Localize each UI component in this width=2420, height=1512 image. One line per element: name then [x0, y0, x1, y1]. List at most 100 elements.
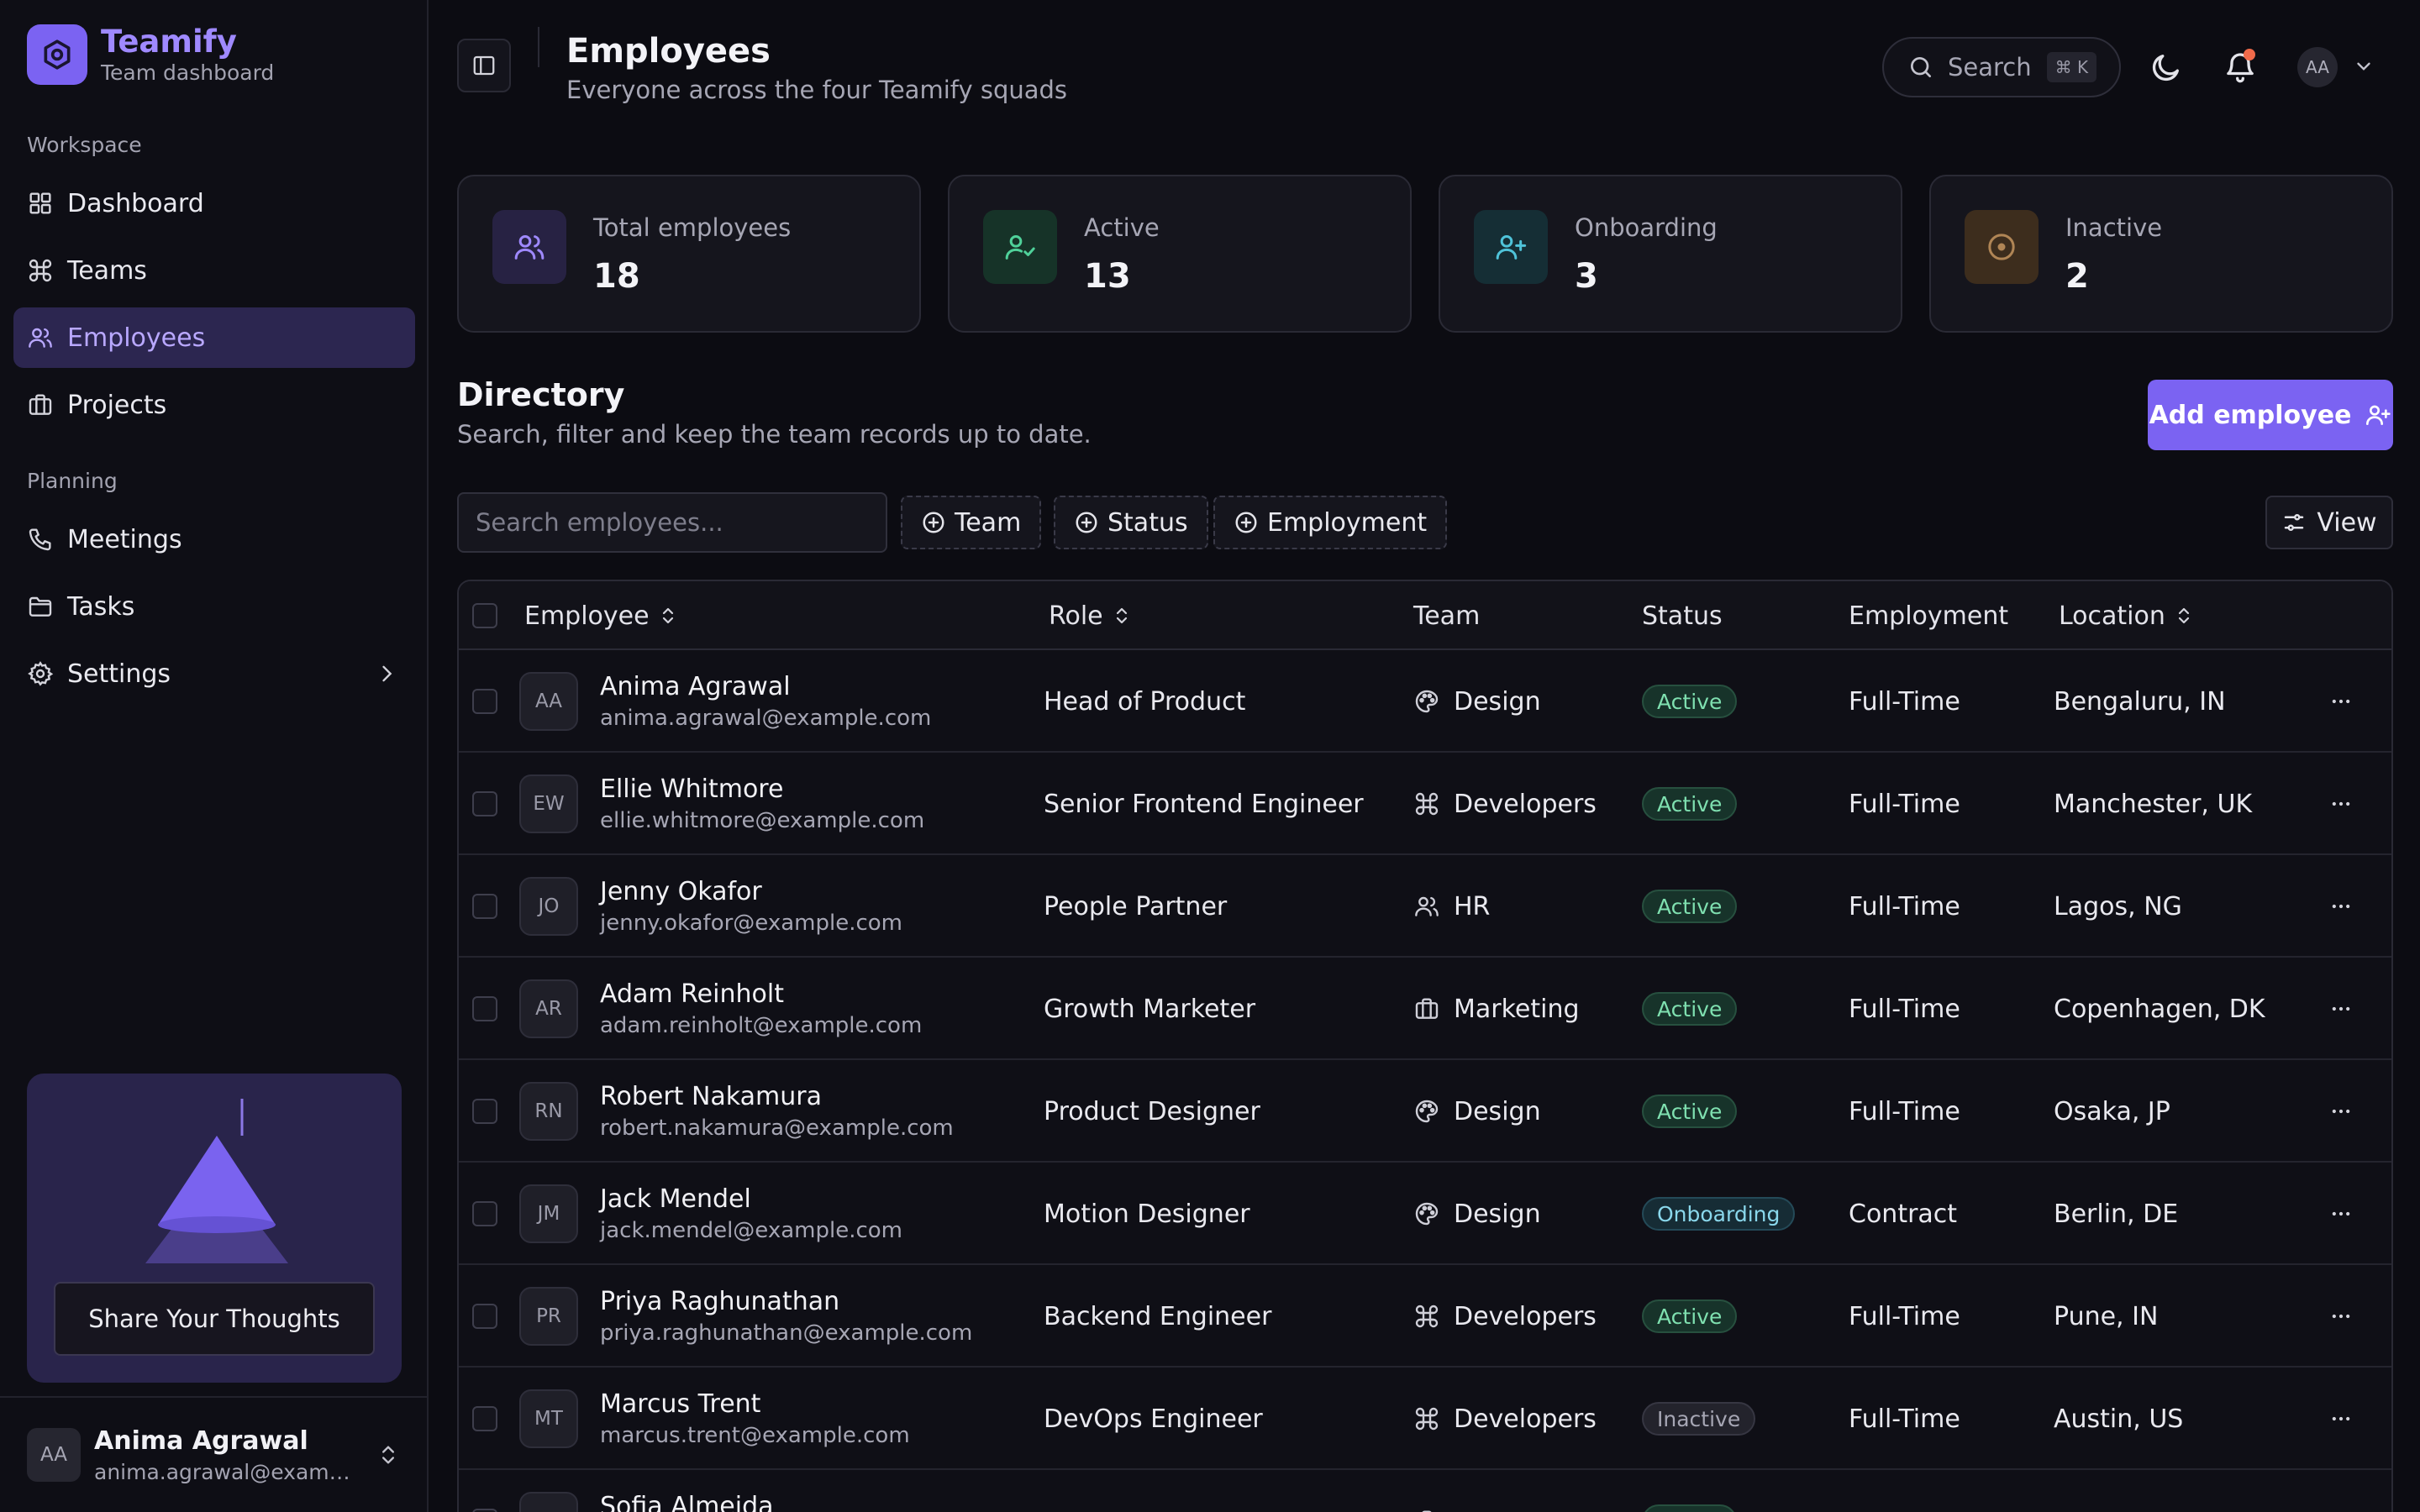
sort-icon [1116, 607, 1127, 624]
row-checkbox[interactable] [472, 1099, 497, 1124]
view-options-button[interactable]: View [2265, 496, 2393, 549]
employee-name[interactable]: Priya Raghunathan [600, 1287, 839, 1316]
more-horizontal-icon[interactable] [2328, 1100, 2354, 1123]
palette-icon [1413, 1098, 1440, 1125]
nav-group-label-workspace: Workspace [27, 133, 142, 157]
chevrons-up-down-icon[interactable] [376, 1441, 400, 1468]
column-header-employee[interactable]: Employee [524, 581, 678, 650]
sidebar-item-dashboard[interactable]: Dashboard [13, 173, 415, 234]
table-row[interactable]: RN Robert Nakamura robert.nakamura@example… [459, 1060, 2391, 1163]
employee-email: adam.reinholt@example.com [600, 1013, 923, 1038]
row-checkbox[interactable] [472, 791, 497, 816]
more-horizontal-icon[interactable] [2328, 1305, 2354, 1328]
sidebar-item-employees[interactable]: Employees [13, 307, 415, 368]
employee-status: Active [1642, 958, 1738, 1060]
employee-status: Active [1642, 1060, 1738, 1163]
more-horizontal-icon[interactable] [2328, 997, 2354, 1021]
row-checkbox[interactable] [472, 894, 497, 919]
stat-value: 13 [1084, 257, 1131, 296]
column-header-employment: Employment [1849, 581, 2008, 650]
circle-dot-icon [1965, 210, 2039, 284]
employee-name[interactable]: Sofia Almeida [600, 1492, 774, 1512]
select-all-checkbox[interactable] [472, 603, 497, 628]
employee-name[interactable]: Jack Mendel [600, 1184, 751, 1214]
row-checkbox[interactable] [472, 1201, 497, 1226]
employee-status: Onboarding [1642, 1163, 1796, 1265]
more-horizontal-icon[interactable] [2328, 1407, 2354, 1431]
table-row[interactable]: SA Sofia Almeida Active [459, 1470, 2391, 1512]
employee-employment: Full-Time [1849, 1301, 1960, 1331]
status-badge: Active [1642, 992, 1738, 1026]
employee-name[interactable]: Jenny Okafor [600, 877, 762, 906]
pyramid-illustration [145, 1099, 288, 1263]
column-label: Employee [524, 601, 650, 631]
table-row[interactable]: JM Jack Mendel jack.mendel@example.com Moti… [459, 1163, 2391, 1265]
stat-value: 3 [1575, 257, 1598, 296]
status-badge: Inactive [1642, 1402, 1756, 1436]
user-account-card[interactable]: AA Anima Agrawal anima.agrawal@example.c… [0, 1396, 427, 1512]
employee-role: Product Designer [1044, 1096, 1260, 1126]
users-icon [1413, 893, 1440, 920]
table-row[interactable]: PR Priya Raghunathan priya.raghunathan@exa… [459, 1265, 2391, 1368]
row-checkbox[interactable] [472, 996, 497, 1021]
users-icon [29, 328, 52, 348]
avatar[interactable]: AA [2297, 47, 2338, 87]
plus-circle-icon [1076, 512, 1097, 533]
more-horizontal-icon[interactable] [2328, 1202, 2354, 1226]
column-header-location[interactable]: Location [2059, 581, 2194, 650]
search-label: Search [1948, 53, 2032, 81]
share-feedback-button[interactable]: Share Your Thoughts [54, 1282, 375, 1356]
table-row[interactable]: AA Anima Agrawal anima.agrawal@example.com… [459, 650, 2391, 753]
employee-team: Marketing [1413, 958, 1580, 1060]
brand[interactable]: Teamify Team dashboard [27, 24, 274, 86]
status-badge: Onboarding [1642, 1197, 1796, 1231]
sidebar-item-meetings[interactable]: Meetings [13, 509, 415, 570]
employee-name[interactable]: Adam Reinholt [600, 979, 784, 1009]
global-search-button[interactable]: Search ⌘ K [1882, 37, 2121, 97]
add-employee-button[interactable]: Add employee [2148, 380, 2393, 450]
employee-role: DevOps Engineer [1044, 1404, 1263, 1434]
row-checkbox[interactable] [472, 1406, 497, 1431]
row-checkbox[interactable] [472, 689, 497, 714]
more-horizontal-icon[interactable] [2328, 792, 2354, 816]
sidebar-item-projects[interactable]: Projects [13, 375, 415, 435]
sidebar-item-teams[interactable]: Teams [13, 240, 415, 301]
team-label: Developers [1454, 789, 1597, 819]
sidebar-toggle-button[interactable] [457, 39, 511, 92]
moon-icon[interactable] [2149, 50, 2183, 84]
employee-location: Copenhagen, DK [2054, 994, 2265, 1024]
employee-name[interactable]: Anima Agrawal [600, 672, 791, 701]
header-divider [538, 27, 539, 67]
table-row[interactable]: AR Adam Reinholt adam.reinholt@example.com… [459, 958, 2391, 1060]
status-badge: Active [1642, 1299, 1738, 1333]
employee-name[interactable]: Marcus Trent [600, 1389, 760, 1419]
sidebar-item-tasks[interactable]: Tasks [13, 576, 415, 637]
table-row[interactable]: JO Jenny Okafor jenny.okafor@example.com Pe… [459, 855, 2391, 958]
search-icon [1911, 57, 1931, 77]
employee-team: HR [1413, 855, 1490, 958]
filter-employment-button[interactable]: Employment [1213, 496, 1448, 549]
row-checkbox[interactable] [472, 1304, 497, 1329]
row-checkbox[interactable] [472, 1509, 497, 1512]
employee-status: Active [1642, 855, 1738, 958]
plus-circle-icon [923, 512, 944, 533]
filter-team-button[interactable]: Team [901, 496, 1042, 549]
chevron-down-icon[interactable] [2353, 55, 2375, 77]
table-row[interactable]: EW Ellie Whitmore ellie.whitmore@example.c… [459, 753, 2391, 855]
filter-status-button[interactable]: Status [1054, 496, 1208, 549]
table-row[interactable]: MT Marcus Trent marcus.trent@example.com De… [459, 1368, 2391, 1470]
more-horizontal-icon[interactable] [2328, 895, 2354, 918]
sidebar-item-settings[interactable]: Settings [13, 643, 415, 704]
employee-name[interactable]: Robert Nakamura [600, 1082, 822, 1111]
employee-team [1413, 1470, 1454, 1512]
employee-team: Developers [1413, 753, 1597, 855]
employee-name[interactable]: Ellie Whitmore [600, 774, 783, 804]
employee-status: Active [1642, 753, 1738, 855]
more-horizontal-icon[interactable] [2328, 690, 2354, 713]
column-header-role[interactable]: Role [1049, 581, 1132, 650]
employee-search-input[interactable] [457, 492, 887, 553]
user-plus-icon [2366, 405, 2391, 425]
sidebar-item-label: Settings [67, 659, 171, 689]
employee-email: jenny.okafor@example.com [600, 911, 903, 936]
employee-location: Bengaluru, IN [2054, 686, 2226, 717]
